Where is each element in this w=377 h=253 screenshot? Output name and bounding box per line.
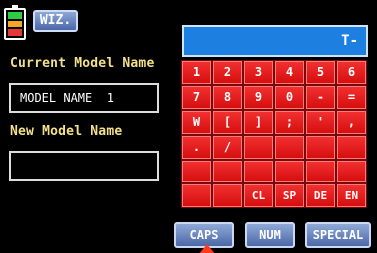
battery-cell-green (8, 11, 22, 19)
pointer-arrow-icon (199, 244, 215, 253)
key-35[interactable]: EN (337, 184, 366, 207)
key-2[interactable]: 3 (244, 61, 273, 84)
key-29[interactable] (337, 161, 366, 182)
key-19[interactable]: / (213, 136, 242, 159)
key-16[interactable]: ' (306, 111, 335, 134)
current-model-label: Current Model Name (10, 56, 155, 71)
battery-tip (12, 5, 18, 8)
key-25[interactable] (213, 161, 242, 182)
new-model-field[interactable] (9, 151, 159, 181)
key-3[interactable]: 4 (275, 61, 304, 84)
key-17[interactable]: , (337, 111, 366, 134)
key-0[interactable]: 1 (182, 61, 211, 84)
battery-cell-red (8, 29, 22, 36)
key-6[interactable]: 7 (182, 86, 211, 109)
special-button[interactable]: SPECIAL (305, 222, 371, 248)
battery-cell-orange (8, 20, 22, 28)
key-22[interactable] (306, 136, 335, 159)
key-21[interactable] (275, 136, 304, 159)
current-model-field: MODEL NAME 1 (9, 83, 159, 113)
keyboard-display: T- (182, 25, 368, 57)
num-button[interactable]: NUM (245, 222, 295, 248)
key-7[interactable]: 8 (213, 86, 242, 109)
key-24[interactable] (182, 161, 211, 182)
key-8[interactable]: 9 (244, 86, 273, 109)
key-28[interactable] (306, 161, 335, 182)
key-10[interactable]: - (306, 86, 335, 109)
key-5[interactable]: 6 (337, 61, 366, 84)
key-11[interactable]: = (337, 86, 366, 109)
keypad: 1 2 3 4 5 6 7 8 9 0- = W[]; ',. / CL SP DE EN (181, 60, 367, 208)
key-31[interactable] (213, 184, 242, 207)
new-model-label: New Model Name (10, 124, 123, 139)
key-18[interactable]: . (182, 136, 211, 159)
key-26[interactable] (244, 161, 273, 182)
key-14[interactable]: ] (244, 111, 273, 134)
key-32[interactable]: CL (244, 184, 273, 207)
key-30[interactable] (182, 184, 211, 207)
key-15[interactable]: ; (275, 111, 304, 134)
key-27[interactable] (275, 161, 304, 182)
key-13[interactable]: [ (213, 111, 242, 134)
key-33[interactable]: SP (275, 184, 304, 207)
key-4[interactable]: 5 (306, 61, 335, 84)
key-34[interactable]: DE (306, 184, 335, 207)
wizard-button[interactable]: WIZ. (33, 10, 78, 32)
key-12[interactable]: W (182, 111, 211, 134)
key-23[interactable] (337, 136, 366, 159)
key-1[interactable]: 2 (213, 61, 242, 84)
key-9[interactable]: 0 (275, 86, 304, 109)
key-20[interactable] (244, 136, 273, 159)
battery-icon (4, 5, 26, 40)
